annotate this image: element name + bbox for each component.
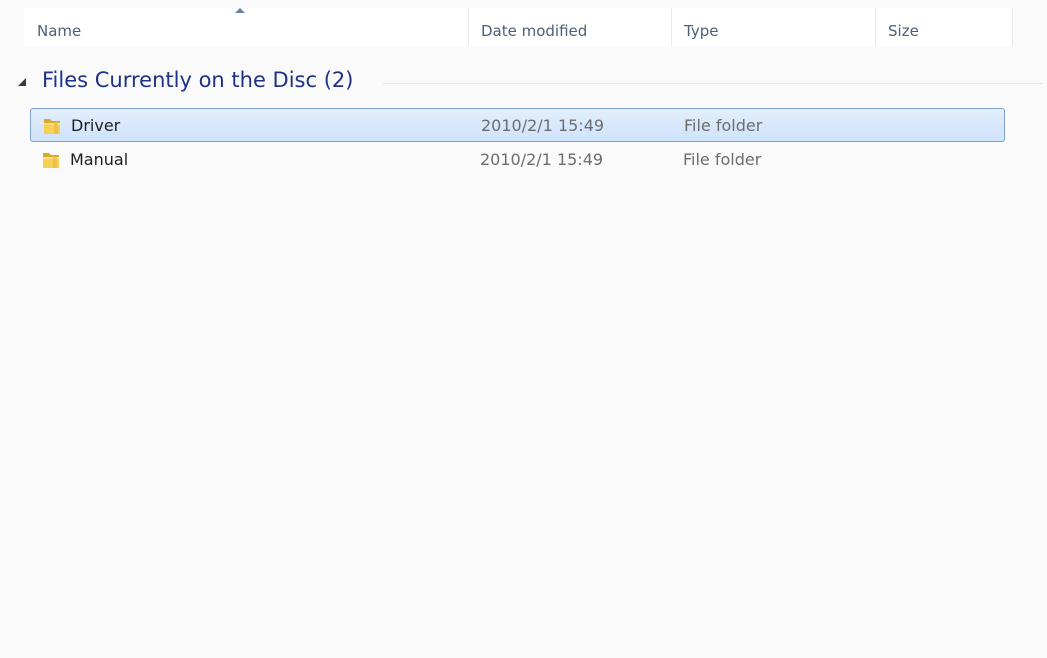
file-type: File folder	[684, 116, 763, 135]
column-type-label: Type	[684, 22, 719, 40]
column-size-header[interactable]: Size	[875, 8, 1013, 46]
folder-icon	[43, 153, 59, 168]
file-row-manual[interactable]: Manual 2010/2/1 15:49 File folder	[30, 143, 1005, 177]
collapse-triangle-icon[interactable]	[18, 78, 26, 86]
file-name: Manual	[70, 150, 129, 169]
folder-icon	[44, 119, 60, 134]
column-name-header[interactable]: Name	[24, 8, 468, 46]
column-date-header[interactable]: Date modified	[468, 8, 671, 46]
file-type: File folder	[683, 150, 762, 169]
group-divider	[383, 83, 1042, 84]
file-date-modified: 2010/2/1 15:49	[480, 150, 604, 169]
column-size-label: Size	[888, 22, 919, 40]
group-header[interactable]: Files Currently on the Disc (2)	[18, 66, 1042, 100]
file-row-driver[interactable]: Driver 2010/2/1 15:49 File folder	[30, 108, 1005, 142]
group-title: Files Currently on the Disc (2)	[42, 68, 354, 92]
column-divider[interactable]	[1012, 8, 1013, 46]
column-name-label: Name	[37, 22, 82, 40]
column-date-label: Date modified	[481, 22, 588, 40]
column-header: Name Date modified Type Size	[24, 8, 1013, 46]
column-type-header[interactable]: Type	[671, 8, 875, 46]
file-list-pane: Name Date modified Type Size Files Curre…	[0, 0, 1047, 658]
sort-ascending-icon	[235, 8, 245, 13]
file-date-modified: 2010/2/1 15:49	[481, 116, 605, 135]
file-name: Driver	[71, 116, 121, 135]
